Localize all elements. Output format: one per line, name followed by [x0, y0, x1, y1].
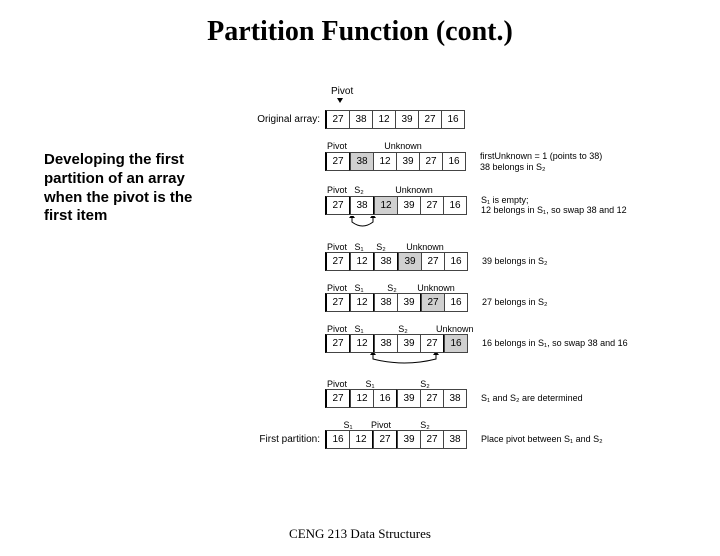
arrow-down-icon: [337, 98, 343, 103]
step-annotation: 16 belongs in S₁, so swap 38 and 16: [468, 338, 632, 349]
region-label: S₂: [370, 242, 392, 252]
array-cell: 27: [325, 110, 350, 129]
array-cell: 16: [444, 334, 468, 353]
step-annotation: Place pivot between S₁ and S₂: [467, 434, 631, 445]
partition-step: PivotS₁S₂Unknown27123839271627 belongs i…: [245, 281, 665, 312]
array-cell: 39: [398, 252, 422, 271]
array-cell: 39: [397, 334, 421, 353]
array-cell: 27: [325, 334, 351, 353]
partition-step: PivotS₁S₂Unknown27123839271639 belongs i…: [245, 240, 665, 271]
region-label: Unknown: [414, 283, 458, 293]
array-cell: 27: [419, 152, 443, 171]
region-label: S₂: [370, 324, 436, 334]
partition-step: PivotS₁S₂271216392738S₁ and S₂ are deter…: [245, 377, 665, 408]
array-cell: 27: [421, 293, 445, 312]
array-cell: 16: [444, 252, 468, 271]
region-label: Unknown: [392, 242, 458, 252]
array-cell: 39: [395, 110, 419, 129]
partition-step: PivotS₂Unknown273812392716S₁ is empty; 1…: [245, 183, 665, 231]
swap-arrow-icon: [245, 355, 665, 367]
array-cell: 27: [373, 430, 398, 449]
array-cell: 16: [373, 389, 398, 408]
partition-step: PivotS₁S₂Unknown27123839271616 belongs i…: [245, 322, 665, 367]
array-cell: 12: [350, 334, 375, 353]
region-label: Unknown: [348, 141, 458, 151]
region-label: S₂: [392, 379, 458, 389]
array-cell: 12: [350, 293, 375, 312]
region-label: S₂: [392, 420, 458, 430]
array-cell: 27: [420, 334, 445, 353]
swap-arrow-icon: [245, 218, 665, 230]
partition-step: S₁PivotS₂First partition:161227392738Pla…: [245, 418, 665, 449]
array-cell: 12: [372, 110, 396, 129]
partition-diagram: Pivot Original array:273812392716PivotUn…: [245, 86, 665, 459]
slide-title: Partition Function (cont.): [0, 16, 720, 48]
array-cell: 38: [443, 430, 467, 449]
step-annotation: 39 belongs in S₂: [468, 256, 632, 267]
step-annotation: firstUnknown = 1 (points to 38) 38 belon…: [466, 151, 630, 173]
array-cell: 27: [420, 389, 444, 408]
region-label: Pivot: [326, 283, 348, 293]
array-cell: 12: [374, 196, 398, 215]
region-label: Pivot: [326, 185, 348, 195]
pivot-label: Pivot: [331, 86, 353, 97]
region-label: Pivot: [326, 324, 348, 334]
array-cell: 12: [350, 252, 375, 271]
array-cell: 38: [350, 152, 374, 171]
row-label: Original array:: [245, 114, 326, 125]
array-cell: 38: [350, 196, 375, 215]
array-cell: 16: [442, 152, 466, 171]
step-annotation: 27 belongs in S₂: [468, 297, 632, 308]
region-label: Pivot: [326, 141, 348, 151]
step-annotation: S₁ is empty; 12 belongs in S₁, so swap 3…: [467, 195, 631, 217]
array-cell: 27: [325, 152, 351, 171]
region-label: S₁: [348, 283, 370, 293]
array-cell: 38: [374, 293, 398, 312]
array-cell: 39: [397, 196, 421, 215]
array-cell: 27: [325, 252, 351, 271]
array-cell: 38: [374, 252, 399, 271]
array-cell: 38: [349, 110, 373, 129]
array-cell: 12: [350, 389, 374, 408]
partition-step: PivotUnknown273812392716firstUnknown = 1…: [245, 139, 665, 173]
array-cell: 38: [374, 334, 398, 353]
array-cell: 39: [397, 389, 421, 408]
region-label: Pivot: [326, 242, 348, 252]
partition-step: Original array:273812392716: [245, 110, 665, 129]
array-cell: 27: [418, 110, 442, 129]
region-label: Unknown: [436, 324, 458, 334]
array-cell: 27: [420, 196, 444, 215]
array-cell: 27: [325, 196, 351, 215]
array-cell: 39: [396, 152, 420, 171]
array-cell: 16: [444, 293, 468, 312]
array-cell: 16: [443, 196, 467, 215]
region-label: S₁: [326, 420, 370, 430]
row-label: First partition:: [245, 434, 326, 445]
step-annotation: S₁ and S₂ are determined: [467, 393, 631, 404]
caption-text: Developing the first partition of an arr…: [44, 151, 229, 226]
array-cell: 16: [325, 430, 350, 449]
region-label: Unknown: [370, 185, 458, 195]
region-label: S₂: [348, 185, 370, 195]
array-cell: 27: [421, 252, 445, 271]
array-cell: 16: [441, 110, 465, 129]
region-label: S₂: [370, 283, 414, 293]
array-cell: 39: [397, 293, 422, 312]
array-cell: 38: [443, 389, 467, 408]
array-cell: 12: [349, 430, 374, 449]
array-cell: 27: [420, 430, 444, 449]
array-cell: 12: [373, 152, 397, 171]
array-cell: 27: [325, 389, 351, 408]
array-cell: 27: [325, 293, 351, 312]
region-label: Pivot: [326, 379, 348, 389]
region-label: S₁: [348, 242, 370, 252]
array-cell: 39: [397, 430, 421, 449]
region-label: Pivot: [370, 420, 392, 430]
region-label: S₁: [348, 324, 370, 334]
region-label: S₁: [348, 379, 392, 389]
